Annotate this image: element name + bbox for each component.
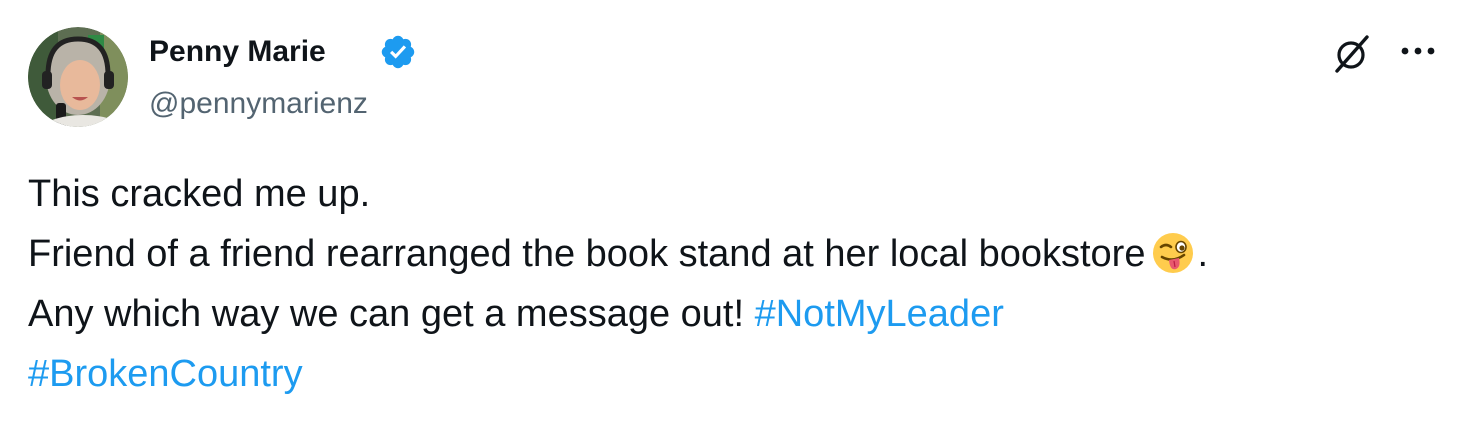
- post-line-4: #BrokenCountry: [28, 344, 1428, 404]
- post-line-1: This cracked me up.: [28, 173, 371, 215]
- post-line-2-end: .: [1197, 233, 1209, 275]
- hashtag-notmyleader[interactable]: #NotMyLeader: [755, 293, 1004, 335]
- post-text: This cracked me up. Friend of a friend r…: [28, 164, 1428, 404]
- post-line-2: Friend of a friend rearranged the book s…: [28, 224, 1428, 284]
- more-icon: [1401, 47, 1435, 55]
- post-line-2-text: Friend of a friend rearranged the book s…: [28, 233, 1146, 275]
- more-options-button[interactable]: [1395, 28, 1441, 74]
- grok-icon: [1335, 35, 1369, 73]
- hashtag-brokencountry[interactable]: #BrokenCountry: [28, 353, 303, 395]
- grok-button[interactable]: [1326, 28, 1376, 78]
- verified-badge-icon[interactable]: [379, 33, 417, 71]
- tweet-card: Penny Marie @pennymarienz This cracked m…: [0, 0, 1457, 431]
- avatar[interactable]: [28, 27, 128, 127]
- winking-face-with-tongue-icon: [1153, 233, 1194, 273]
- post-line-3: Any which way we can get a message out! …: [28, 284, 1428, 344]
- post-line-3-text: Any which way we can get a message out!: [28, 293, 745, 335]
- author-display-name[interactable]: Penny Marie: [149, 33, 326, 71]
- author-handle[interactable]: @pennymarienz: [149, 85, 368, 123]
- avatar-image: [28, 27, 128, 127]
